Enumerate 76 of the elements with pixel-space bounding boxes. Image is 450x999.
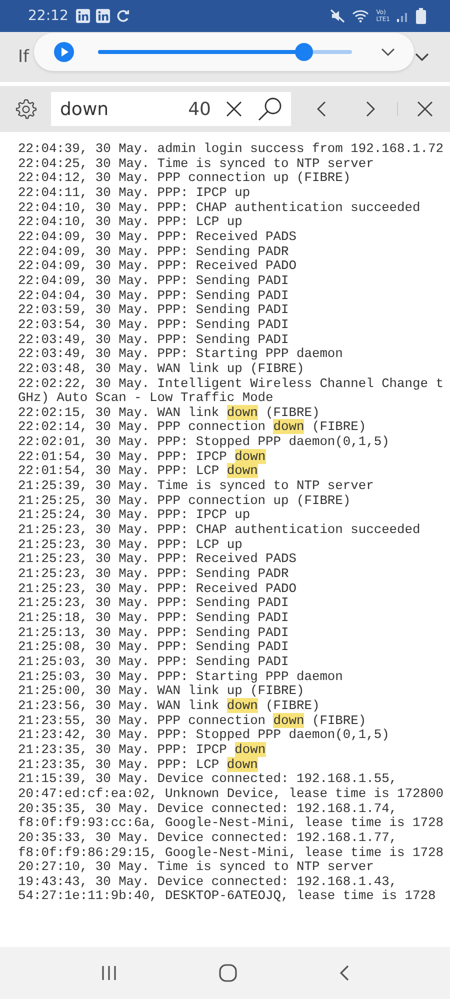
log-line: 21:25:23, 30 May. PPP: LCP up: [18, 538, 242, 552]
log-line: 22:02:14, 30 May. PPP connection down (FIBRE): [18, 420, 366, 436]
status-time: 22:12: [28, 8, 68, 24]
log-line: f8:0f:f9:93:cc:6a, Google-Nest-Mini, lease time is 1728: [18, 816, 444, 831]
log-line: 22:04:11, 30 May. PPP: IPCP up: [18, 186, 250, 201]
log-line: 21:23:42, 30 May. PPP: Stopped PPP daemon(0,1,5): [18, 728, 390, 743]
settings-icon[interactable]: [15, 98, 37, 120]
log-line: 22:04:09, 30 May. PPP: Sending PADI: [18, 274, 289, 289]
log-line: 20:47:ed:cf:ea:02, Unknown Device, lease time is 172800: [18, 786, 444, 802]
match-count: 40: [188, 98, 211, 120]
log-line: 22:04:25, 30 May. Time is synced to NTP server: [18, 156, 374, 172]
log-line: 22:04:09, 30 May. PPP: Received PADO: [18, 259, 296, 274]
search-icon[interactable]: [257, 96, 283, 122]
log-line: 19:43:43, 30 May. Device connected: 192.168.1.43,: [18, 874, 398, 890]
log-line: 21:25:23, 30 May. PPP: Received PADS: [18, 552, 296, 568]
banner-text: If: [18, 47, 29, 67]
log-line: 22:03:48, 30 May. WAN link up (FIBRE): [18, 362, 304, 376]
log-line: 21:25:00, 30 May. WAN link up (FIBRE): [18, 684, 304, 699]
mute-icon: [330, 9, 346, 23]
wifi-icon: [352, 9, 370, 23]
log-line: 22:04:09, 30 May. PPP: Sending PADR: [18, 244, 289, 260]
chevron-down-icon[interactable]: [380, 47, 396, 57]
log-line: 21:25:03, 30 May. PPP: Starting PPP daemon: [18, 670, 343, 684]
log-line: 22:02:22, 30 May. Intelligent Wireless Channel Change t: [18, 376, 444, 392]
log-line: 21:25:08, 30 May. PPP: Sending PADI: [18, 640, 289, 655]
log-line: 54:27:1e:11:9b:40, DESKTOP-6ATEOJQ, lease time is 1728: [18, 889, 436, 904]
log-line: 21:23:35, 30 May. PPP: IPCP down: [18, 742, 266, 758]
chevron-down-icon[interactable]: [414, 52, 430, 62]
clear-icon[interactable]: [225, 100, 243, 118]
back-icon[interactable]: [338, 964, 350, 982]
log-line: 22:03:54, 30 May. PPP: Sending PADI: [18, 318, 289, 333]
log-line: 21:23:55, 30 May. PPP connection down (FIBRE): [18, 714, 366, 728]
log-line: 21:25:39, 30 May. Time is synced to NTP server: [18, 479, 374, 494]
log-line: 22:04:04, 30 May. PPP: Sending PADI: [18, 288, 289, 304]
log-line: 21:15:39, 30 May. Device connected: 192.168.1.55,: [18, 772, 398, 787]
log-line: 22:03:49, 30 May. PPP: Sending PADI: [18, 332, 289, 348]
progress-slider[interactable]: [98, 43, 352, 61]
log-line: 21:25:23, 30 May. PPP: CHAP authentication succeeded: [18, 523, 420, 538]
log-line: 21:25:25, 30 May. PPP connection up (FIBRE): [18, 494, 351, 508]
linkedin-icon: [96, 9, 110, 23]
log-line: 22:04:10, 30 May. PPP: CHAP authentication succeeded: [18, 200, 420, 216]
log-line: 22:01:54, 30 May. PPP: LCP down: [18, 464, 258, 480]
log-line: 20:27:10, 30 May. Time is synced to NTP server: [18, 860, 374, 875]
recents-icon[interactable]: [100, 965, 118, 981]
log-line: f8:0f:f9:86:29:15, Google-Nest-Mini, lease time is 1728: [18, 846, 444, 860]
battery-icon: [416, 8, 426, 24]
log-line: 22:04:39, 30 May. admin login success from 192.168.1.72: [18, 142, 444, 157]
log-line: GHz) Auto Scan - Low Traffic Mode: [18, 391, 274, 406]
log-line: 21:25:13, 30 May. PPP: Sending PADI: [18, 626, 289, 640]
sync-icon: [116, 9, 130, 23]
find-field[interactable]: down 40: [51, 92, 291, 126]
log-line: 22:04:09, 30 May. PPP: Received PADS: [18, 230, 296, 245]
previous-icon[interactable]: [315, 100, 327, 118]
linkedin-icon: [76, 9, 90, 23]
log-line: 21:23:56, 30 May. WAN link down (FIBRE): [18, 698, 320, 714]
log-line: 20:35:33, 30 May. Device connected: 192.168.1.77,: [18, 830, 398, 846]
log-line: 22:04:10, 30 May. PPP: LCP up: [18, 215, 242, 230]
log-line: 22:03:59, 30 May. PPP: Sending PADI: [18, 303, 289, 318]
log-line: 21:25:23, 30 May. PPP: Sending PADI: [18, 596, 289, 611]
next-icon[interactable]: [365, 100, 377, 118]
log-line: 22:01:54, 30 May. PPP: IPCP down: [18, 450, 266, 464]
log-line: 21:25:24, 30 May. PPP: IPCP up: [18, 508, 250, 524]
log-line: 21:23:35, 30 May. PPP: LCP down: [18, 758, 258, 772]
log-line: 21:25:18, 30 May. PPP: Sending PADI: [18, 611, 289, 626]
log-line: 22:02:15, 30 May. WAN link down (FIBRE): [18, 406, 320, 420]
log-line: 21:25:23, 30 May. PPP: Received PADO: [18, 582, 296, 596]
progress-thumb[interactable]: [294, 43, 313, 61]
home-icon[interactable]: [218, 963, 238, 983]
log-line: 22:03:49, 30 May. PPP: Starting PPP daemon: [18, 347, 343, 362]
log-line: 22:02:01, 30 May. PPP: Stopped PPP daemon(0,1,5): [18, 435, 390, 450]
log-line: 21:25:23, 30 May. PPP: Sending PADR: [18, 567, 289, 582]
log-line: 22:04:12, 30 May. PPP connection up (FIBRE): [18, 171, 351, 186]
log-line: 20:35:35, 30 May. Device connected: 192.168.1.74,: [18, 802, 398, 816]
close-icon[interactable]: [416, 100, 434, 118]
play-icon[interactable]: [54, 42, 74, 62]
log-line: 21:25:03, 30 May. PPP: Sending PADI: [18, 654, 289, 670]
